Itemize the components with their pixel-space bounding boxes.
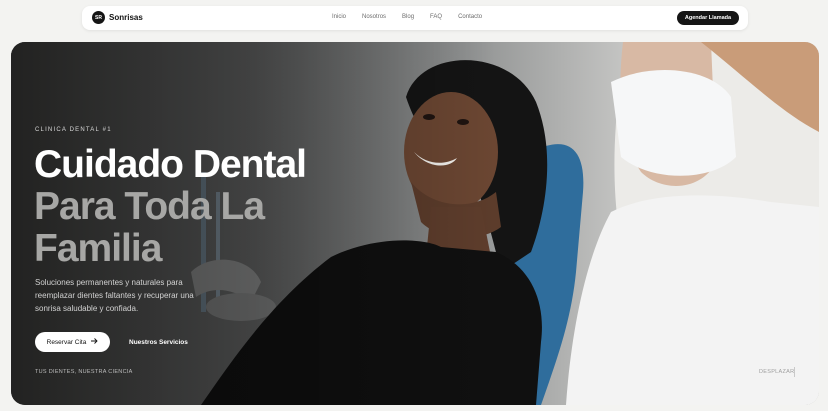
hero-headline: Cuidado Dental Para Toda La Familia — [34, 143, 307, 270]
headline-line-2: Para Toda La — [34, 185, 265, 228]
nav-link-inicio[interactable]: Inicio — [332, 14, 346, 20]
book-appointment-label: Reservar Cita — [46, 338, 87, 346]
hero-tagline: TUS DIENTES, NUESTRA CIENCIA — [35, 369, 133, 375]
our-services-button[interactable]: Nuestros Servicios — [129, 332, 188, 352]
headline-line-3: Familia — [34, 227, 162, 270]
brand-logo: SR — [92, 11, 105, 24]
nav-link-faq[interactable]: FAQ — [430, 14, 442, 20]
hero-section: CLINICA DENTAL #1 Cuidado Dental Para To… — [11, 42, 819, 405]
headline-line-1: Cuidado Dental — [34, 143, 307, 186]
nav-link-nosotros[interactable]: Nosotros — [362, 14, 386, 20]
schedule-call-button[interactable]: Agendar Llamada — [677, 11, 739, 25]
scroll-indicator-label[interactable]: DESPLAZAR — [759, 369, 794, 375]
arrow-right-icon — [91, 338, 98, 346]
book-appointment-button[interactable]: Reservar Cita — [35, 332, 110, 352]
hero-subtext: Soluciones permanentes y naturales para … — [35, 278, 194, 313]
nav-link-contacto[interactable]: Contacto — [458, 14, 482, 20]
hero-eyebrow: CLINICA DENTAL #1 — [35, 127, 112, 133]
nav-links: Inicio Nosotros Blog FAQ Contacto — [332, 14, 482, 20]
scroll-indicator-line — [794, 367, 795, 377]
brand-name: Sonrisas — [109, 13, 143, 22]
nav-link-blog[interactable]: Blog — [402, 14, 414, 20]
top-navbar: SR Sonrisas Inicio Nosotros Blog FAQ Con… — [82, 6, 748, 30]
brand[interactable]: SR Sonrisas — [92, 11, 143, 24]
